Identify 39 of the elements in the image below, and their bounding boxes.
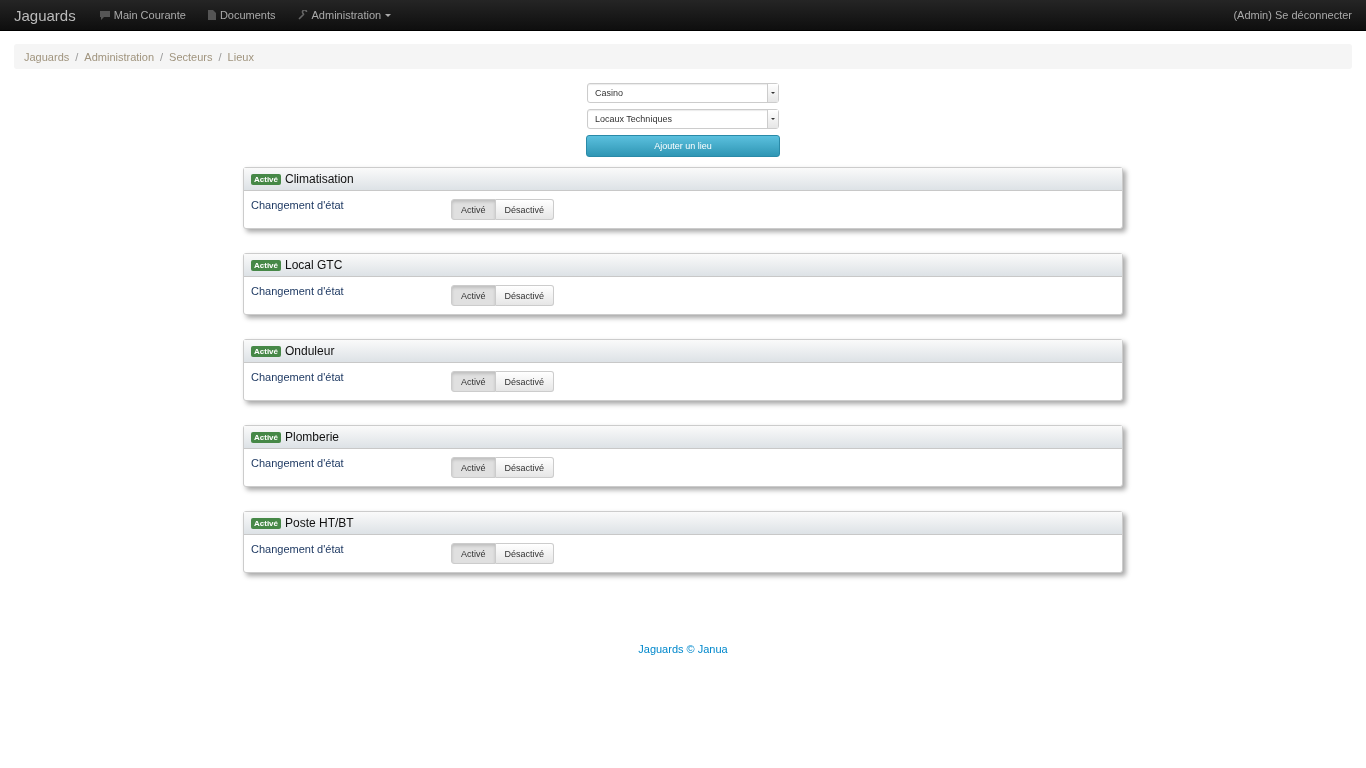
toggle-option[interactable]: Désactivé	[495, 543, 555, 564]
breadcrumb-separator: /	[75, 50, 79, 63]
nav-link[interactable]: Main Courante	[99, 9, 186, 21]
place-title: Climatisation	[285, 172, 354, 186]
toggle-option[interactable]: Désactivé	[495, 371, 555, 392]
place-title: Onduleur	[285, 344, 335, 358]
nav-link[interactable]: Documents	[207, 9, 276, 21]
status-badge: Activé	[251, 345, 281, 357]
toggle-option[interactable]: Désactivé	[495, 199, 555, 220]
status-badge: Activé	[251, 259, 281, 271]
field-label: Changement d'état	[251, 543, 345, 557]
field-label: Changement d'état	[251, 199, 345, 213]
breadcrumb-separator: /	[218, 50, 222, 63]
place-title: Poste HT/BT	[285, 516, 354, 530]
place-title: Plomberie	[285, 430, 340, 444]
toggle-option[interactable]: Activé	[451, 543, 496, 564]
toggle-option[interactable]: Désactivé	[495, 285, 555, 306]
logout-link[interactable]: (Admin) Se déconnecter	[1233, 9, 1352, 21]
field-label: Changement d'état	[251, 285, 345, 299]
toggle-option[interactable]: Activé	[451, 457, 496, 478]
chat-icon	[99, 10, 110, 20]
place-title: Local GTC	[285, 258, 343, 272]
field-label: Changement d'état	[251, 371, 345, 385]
document-icon	[207, 10, 216, 20]
toggle-option[interactable]: Activé	[451, 371, 496, 392]
toggle-option[interactable]: Désactivé	[495, 457, 555, 478]
toggle-option[interactable]: Activé	[451, 285, 496, 306]
footer-link[interactable]: Jaguards © Janua	[638, 643, 728, 655]
status-badge: Activé	[251, 517, 281, 529]
dropdown-select[interactable]: Locaux Techniques	[587, 109, 779, 129]
toggle-option[interactable]: Activé	[451, 199, 496, 220]
nav-link[interactable]: Administration	[297, 9, 392, 21]
breadcrumb-separator: /	[160, 50, 164, 63]
field-label: Changement d'état	[251, 457, 345, 471]
status-badge: Activé	[251, 173, 281, 185]
status-badge: Activé	[251, 431, 281, 443]
brand-link[interactable]: Jaguards	[14, 6, 76, 24]
wrench-icon	[297, 10, 308, 20]
dropdown-select[interactable]: Casino	[587, 83, 779, 103]
